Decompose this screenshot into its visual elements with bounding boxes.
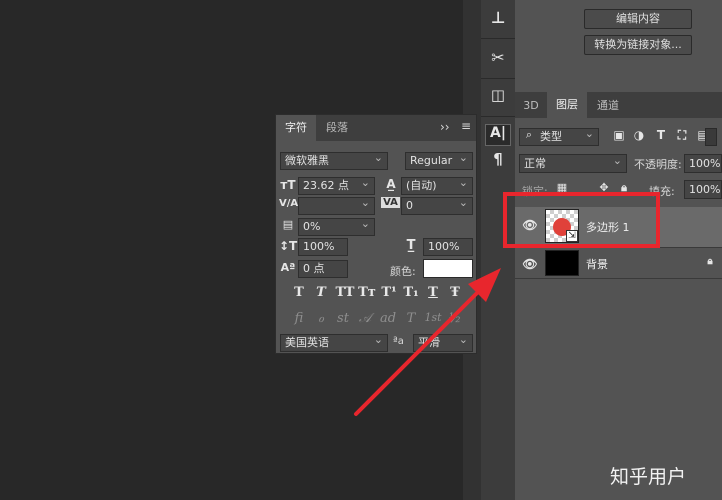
panel-menu-icon[interactable]: ≡	[461, 119, 471, 133]
faux-italic-button[interactable]: T	[312, 285, 330, 300]
type-filter-icon[interactable]: T	[654, 128, 668, 142]
font-size-icon: ᴛT	[280, 178, 296, 192]
highlight-box	[503, 192, 660, 248]
discretionary-ligature-button[interactable]: st	[334, 311, 352, 326]
language-select[interactable]: 美国英语	[280, 334, 388, 352]
stylistic-alt-button[interactable]: ad	[378, 311, 398, 326]
faux-bold-button[interactable]: T	[290, 285, 308, 300]
tab-layers[interactable]: 图层	[547, 92, 587, 118]
filter-kind-label: 类型	[540, 130, 562, 143]
tsume-icon: ▤	[282, 218, 294, 231]
character-panel-icon[interactable]: A|	[485, 124, 511, 146]
anti-alias-icon: ªa	[393, 336, 404, 347]
tab-channels[interactable]: 通道	[588, 93, 628, 118]
tab-paragraph[interactable]: 段落	[317, 115, 357, 141]
superscript-button[interactable]: T¹	[380, 285, 398, 300]
layer-row-divider-2	[515, 278, 722, 279]
pixel-filter-icon[interactable]: ▣	[612, 128, 626, 142]
leading-select[interactable]: (自动)	[401, 177, 473, 195]
edit-contents-button[interactable]: 编辑内容	[584, 9, 692, 29]
layer-thumbnail-background	[545, 250, 579, 276]
dock-rule-2	[481, 78, 515, 79]
stamp-icon[interactable]: ⊥	[486, 8, 510, 32]
tsume-select[interactable]: 0%	[298, 218, 375, 236]
layer-lock-icon: 🔒︎	[707, 256, 713, 267]
anti-alias-select[interactable]: 平滑	[413, 334, 473, 352]
convert-linked-button[interactable]: 转换为链接对象...	[584, 35, 692, 55]
fractions-button[interactable]: ½	[446, 311, 464, 326]
text-color-swatch[interactable]	[423, 259, 473, 278]
subscript-button[interactable]: T₁	[402, 285, 420, 300]
leading-icon: A̲	[386, 177, 396, 191]
search-icon: ⌕	[525, 128, 533, 141]
ordinals-button[interactable]: 1st	[422, 311, 444, 324]
opacity-label: 不透明度:	[634, 158, 682, 171]
shape-filter-icon[interactable]: ⛶	[675, 128, 689, 143]
opacity-input[interactable]: 100%	[684, 154, 722, 173]
fill-input[interactable]: 100%	[684, 180, 722, 199]
tracking-icon: VA	[381, 197, 400, 208]
tab-character[interactable]: 字符	[276, 115, 316, 141]
tracking-select[interactable]: 0	[401, 197, 473, 215]
font-style-select[interactable]: Regular	[405, 152, 473, 170]
contextual-alt-button[interactable]: ℴ	[312, 311, 330, 326]
tab-3d[interactable]: 3D	[517, 93, 545, 118]
filter-toggle[interactable]	[705, 128, 717, 146]
swash-button[interactable]: 𝒜	[356, 311, 374, 326]
strikethrough-button[interactable]: Ŧ	[446, 285, 464, 300]
watermark: 知乎用户	[610, 466, 687, 488]
scissors-icon[interactable]: ✂	[486, 48, 510, 72]
ligature-button[interactable]: fi	[290, 311, 308, 326]
underline-button[interactable]: T	[424, 285, 442, 300]
baseline-shift-icon: Aª	[280, 261, 296, 274]
dock-top-rule	[481, 38, 515, 39]
blend-mode-select[interactable]: 正常	[519, 154, 627, 173]
layer-name-background[interactable]: 背景	[586, 256, 608, 272]
all-caps-button[interactable]: TT	[334, 285, 356, 300]
kerning-icon: V/A	[279, 198, 299, 209]
tool-dock-strip	[481, 0, 515, 500]
color-label: 颜色:	[390, 265, 416, 278]
kerning-select[interactable]	[298, 197, 375, 215]
small-caps-button[interactable]: Tт	[358, 285, 376, 300]
titling-alt-button[interactable]: T	[402, 311, 420, 326]
vertical-scale-icon: ↕T	[279, 239, 298, 253]
font-family-select[interactable]: 微软雅黑	[280, 152, 388, 170]
font-size-select[interactable]: 23.62 点	[298, 177, 375, 195]
vertical-scale-input[interactable]: 100%	[298, 238, 348, 256]
eye-icon-background[interactable]: 👁︎	[522, 257, 538, 271]
paragraph-panel-icon[interactable]: ¶	[486, 150, 510, 172]
layers-panel	[515, 118, 722, 500]
dock-rule-3	[481, 116, 515, 117]
frame-icon[interactable]: ◫	[486, 86, 510, 110]
baseline-shift-input[interactable]: 0 点	[298, 260, 348, 278]
collapse-icon[interactable]: ››	[440, 120, 450, 134]
horizontal-scale-input[interactable]: 100%	[423, 238, 473, 256]
adjustment-filter-icon[interactable]: ◑	[632, 128, 646, 142]
horizontal-scale-icon: T̲	[406, 238, 416, 253]
